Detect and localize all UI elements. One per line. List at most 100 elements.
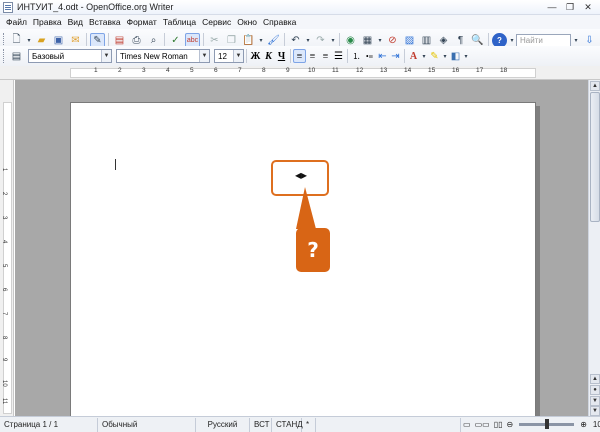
vertical-ruler[interactable]: 1 2 3 4 5 6 7 8 9 10 11 <box>0 80 14 416</box>
page-style-indicator[interactable]: Обычный <box>98 417 196 432</box>
window-controls: — ❐ ✕ <box>544 1 596 13</box>
ruler-tick: 8 <box>1 336 7 340</box>
chevron-down-icon[interactable]: ▼ <box>101 50 111 62</box>
menu-table[interactable]: Таблица <box>160 17 199 27</box>
font-name-select[interactable]: Times New Roman ▼ <box>116 49 210 63</box>
dropdown-arrow-icon[interactable]: ▾ <box>421 49 427 64</box>
ruler-tick: 16 <box>452 67 460 74</box>
toolbar-separator <box>203 33 204 47</box>
ruler-tick: 10 <box>308 67 316 74</box>
horizontal-ruler[interactable]: 1 2 3 4 5 6 7 8 9 10 11 12 13 14 15 16 1… <box>0 66 600 80</box>
ruler-tick: 17 <box>476 67 484 74</box>
toolbar-grip[interactable] <box>3 49 6 63</box>
background-color-icon[interactable]: ◧ <box>449 49 462 63</box>
menu-view[interactable]: Вид <box>65 17 86 27</box>
find-input[interactable]: Найти <box>516 33 571 47</box>
paragraph-style-select[interactable]: Базовый ▼ <box>28 49 112 63</box>
insert-mode-indicator[interactable]: ВСТ <box>250 417 272 432</box>
highlighting-icon[interactable]: ✎ <box>428 49 441 63</box>
toolbar-separator <box>339 33 340 47</box>
toolbar-separator <box>488 33 489 47</box>
ruler-tick: 11 <box>1 398 7 405</box>
toolbar-separator <box>404 49 405 63</box>
ruler-tick: 3 <box>1 216 7 220</box>
ruler-tick: 2 <box>1 192 7 196</box>
dropdown-arrow-icon[interactable]: ▾ <box>442 49 448 64</box>
selection-mode-indicator[interactable]: СТАНД <box>272 417 303 432</box>
menu-insert[interactable]: Вставка <box>86 17 124 27</box>
ruler-tick: 6 <box>214 67 218 74</box>
chevron-down-icon[interactable]: ▼ <box>199 50 209 62</box>
toolbar-grip[interactable] <box>3 33 6 47</box>
bold-button[interactable]: Ж <box>249 49 262 63</box>
ruler-tick: 12 <box>356 67 364 74</box>
font-size-value: 12 <box>218 51 227 61</box>
scroll-down-icon[interactable]: ▼ <box>590 406 600 416</box>
ruler-tick: 10 <box>1 380 7 387</box>
ruler-tick: 7 <box>238 67 242 74</box>
menu-file[interactable]: Файл <box>3 17 30 27</box>
book-view-icon[interactable]: ▯▯ <box>492 418 505 432</box>
document-modified-indicator[interactable]: * <box>302 417 316 432</box>
scroll-thumb[interactable] <box>590 92 600 222</box>
numbering-icon[interactable]: ⒈ <box>350 49 363 63</box>
callout-pointer <box>296 187 316 229</box>
ruler-tick: 2 <box>118 67 122 74</box>
page-indicator[interactable]: Страница 1 / 1 <box>0 417 98 432</box>
align-center-icon[interactable]: ≡ <box>306 49 319 63</box>
ruler-tick: 13 <box>380 67 388 74</box>
zoom-level[interactable]: 100% <box>589 418 600 432</box>
ruler-text-area <box>3 102 12 414</box>
ruler-tick: 9 <box>1 358 7 362</box>
toolbar-separator <box>284 33 285 47</box>
ruler-tick: 14 <box>404 67 412 74</box>
chevron-down-icon[interactable]: ▼ <box>233 50 243 62</box>
zoom-slider[interactable] <box>519 419 575 429</box>
minimize-button[interactable]: — <box>544 1 560 13</box>
zoom-slider-knob[interactable] <box>545 419 550 429</box>
ruler-text-area <box>70 68 536 78</box>
dropdown-arrow-icon[interactable]: ▾ <box>463 49 469 64</box>
resize-cursor-icon: ◂▸ <box>295 168 308 182</box>
close-button[interactable]: ✕ <box>580 1 596 13</box>
scroll-up-icon[interactable]: ▲ <box>590 81 600 91</box>
menu-format[interactable]: Формат <box>124 17 160 27</box>
document-icon <box>3 2 13 13</box>
font-size-select[interactable]: 12 ▼ <box>214 49 244 63</box>
view-layout-icon[interactable]: ▭ <box>461 418 473 432</box>
toolbar-separator <box>246 49 247 63</box>
text-cursor <box>115 159 116 170</box>
previous-page-icon[interactable]: ▲ <box>590 374 600 384</box>
increase-indent-icon[interactable]: ⇥ <box>389 49 402 63</box>
menu-edit[interactable]: Правка <box>30 17 65 27</box>
menu-help[interactable]: Справка <box>260 17 299 27</box>
status-spacer <box>316 417 461 432</box>
ruler-tick: 9 <box>286 67 290 74</box>
font-color-icon[interactable]: A <box>407 49 420 63</box>
zoom-out-icon[interactable]: ⊖ <box>505 418 516 432</box>
ruler-tick: 11 <box>332 67 339 74</box>
justify-icon[interactable]: ☰ <box>332 49 345 63</box>
next-page-icon[interactable]: ▼ <box>590 396 600 406</box>
menu-tools[interactable]: Сервис <box>199 17 234 27</box>
maximize-button[interactable]: ❐ <box>562 1 578 13</box>
ruler-tick: 4 <box>1 240 7 244</box>
menu-window[interactable]: Окно <box>234 17 260 27</box>
bullets-icon[interactable]: •≡ <box>363 49 376 63</box>
italic-button[interactable]: К <box>262 49 275 63</box>
language-indicator[interactable]: Русский <box>196 417 250 432</box>
decrease-indent-icon[interactable]: ⇤ <box>376 49 389 63</box>
ruler-tick: 8 <box>262 67 266 74</box>
vertical-scrollbar[interactable]: ▲ ▲ ● ▼ ▼ <box>588 80 600 416</box>
multi-page-view-icon[interactable]: ▭▭ <box>473 418 492 432</box>
zoom-in-icon[interactable]: ⊕ <box>578 418 589 432</box>
question-callout: ? <box>296 228 330 272</box>
navigation-icon[interactable]: ● <box>590 385 600 395</box>
align-right-icon[interactable]: ≡ <box>319 49 332 63</box>
ruler-tick: 18 <box>500 67 508 74</box>
styles-and-formatting-icon[interactable]: ▤ <box>9 49 24 64</box>
align-left-icon[interactable]: ≡ <box>293 49 306 63</box>
underline-button[interactable]: Ч <box>275 49 288 63</box>
title-bar: ИНТУИТ_4.odt - OpenOffice.org Writer — ❐… <box>0 0 600 15</box>
ruler-tick: 3 <box>142 67 146 74</box>
